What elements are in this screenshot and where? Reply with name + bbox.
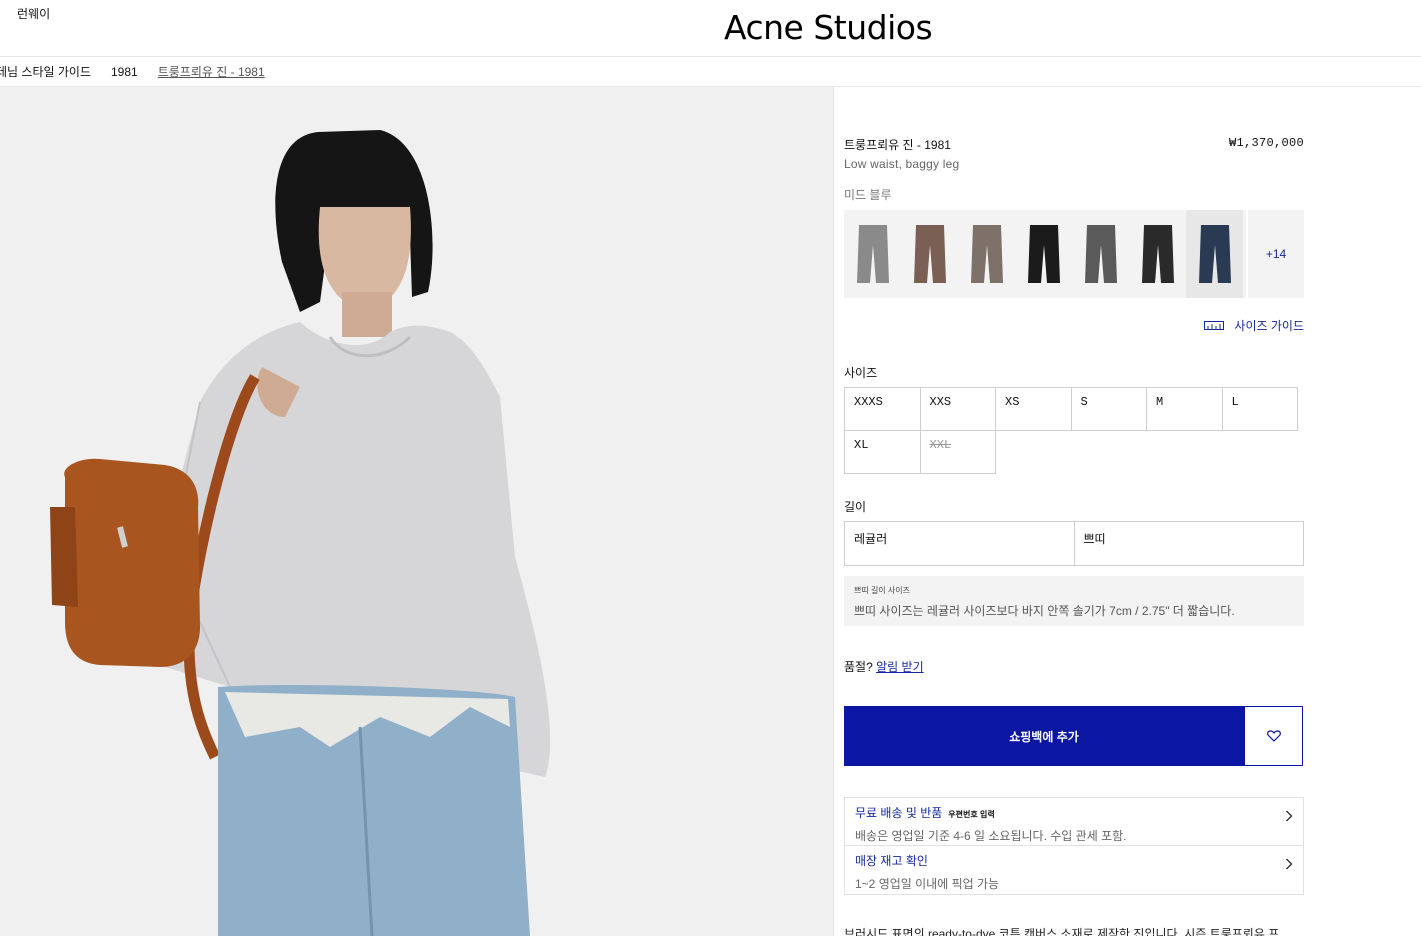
product-details: 트룽프뢰유 진 - 1981 ₩1,370,000 Low waist, bag… bbox=[844, 87, 1304, 936]
shipping-info[interactable]: 무료 배송 및 반품 우편번호 입력 배송은 영업일 기준 4-6 일 소요됩니… bbox=[844, 797, 1304, 846]
breadcrumb-item[interactable]: 데님 스타일 가이드 bbox=[0, 63, 91, 80]
brand-logo[interactable]: Acne Studios bbox=[724, 8, 933, 47]
size-option[interactable]: S bbox=[1070, 387, 1147, 431]
ruler-icon bbox=[1204, 320, 1225, 330]
product-description: 브러시드 표면의 ready-to-dye 코튼 캔버스 소재로 제작한 진입니… bbox=[844, 927, 1280, 936]
color-swatch[interactable] bbox=[844, 210, 901, 298]
petite-note-text: 쁘띠 사이즈는 레귤러 사이즈보다 바지 안쪽 솔기가 7cm / 2.75" … bbox=[854, 604, 1235, 618]
title-row: 트룽프뢰유 진 - 1981 ₩1,370,000 bbox=[844, 136, 1304, 153]
length-option-petite[interactable]: 쁘띠 bbox=[1073, 521, 1304, 566]
petite-note: 쁘띠 길이 사이즈 쁘띠 사이즈는 레귤러 사이즈보다 바지 안쪽 솔기가 7c… bbox=[844, 576, 1304, 626]
color-swatch[interactable] bbox=[958, 210, 1015, 298]
length-label: 길이 bbox=[844, 500, 867, 514]
site-header: 런웨이 Acne Studios bbox=[0, 0, 1421, 57]
length-selector: 레귤러 쁘띠 bbox=[844, 521, 1304, 566]
model-photo bbox=[0, 87, 833, 936]
length-option-regular[interactable]: 레귤러 bbox=[844, 521, 1075, 566]
notify-me-link[interactable]: 알림 받기 bbox=[876, 660, 924, 674]
add-to-bag-button[interactable]: 쇼핑백에 추가 bbox=[844, 706, 1244, 766]
product-price: ₩1,370,000 bbox=[1228, 136, 1304, 150]
color-swatch[interactable] bbox=[1015, 210, 1072, 298]
wishlist-button[interactable] bbox=[1244, 706, 1303, 766]
size-option[interactable]: M bbox=[1146, 387, 1223, 431]
purchase-actions: 쇼핑백에 추가 bbox=[844, 706, 1303, 766]
breadcrumb: 데님 스타일 가이드 1981 트룽프뢰유 진 - 1981 bbox=[0, 57, 1421, 87]
store-stock-info[interactable]: 매장 재고 확인 1~2 영업일 이내에 픽업 가능 bbox=[844, 845, 1304, 895]
chevron-right-icon bbox=[1286, 810, 1293, 822]
jeans-thumbnail bbox=[856, 225, 889, 283]
size-option[interactable]: XL bbox=[844, 430, 921, 474]
size-option[interactable]: XXXS bbox=[844, 387, 921, 431]
heart-icon bbox=[1266, 730, 1281, 742]
size-option-sold-out[interactable]: XXL bbox=[919, 430, 996, 474]
color-name: 미드 블루 bbox=[844, 188, 892, 202]
runway-link[interactable]: 런웨이 bbox=[17, 5, 50, 22]
size-option[interactable]: XXS bbox=[919, 387, 996, 431]
store-stock-text: 1~2 영업일 이내에 픽업 가능 bbox=[855, 877, 1000, 891]
breadcrumb-current[interactable]: 트룽프뢰유 진 - 1981 bbox=[158, 63, 265, 80]
product-title: 트룽프뢰유 진 - 1981 bbox=[844, 138, 951, 152]
more-colors-button[interactable]: +14 bbox=[1246, 210, 1304, 298]
product-subtitle: Low waist, baggy leg bbox=[844, 157, 960, 171]
size-label: 사이즈 bbox=[844, 366, 878, 380]
chevron-right-icon bbox=[1286, 858, 1293, 870]
color-swatches: +14 bbox=[844, 210, 1304, 298]
size-guide-link[interactable]: 사이즈 가이드 bbox=[1204, 317, 1304, 334]
shipping-text: 배송은 영업일 기준 4-6 일 소요됩니다. 수입 관세 포함. bbox=[855, 829, 1127, 843]
breadcrumb-item[interactable]: 1981 bbox=[111, 65, 138, 79]
color-swatch[interactable] bbox=[1129, 210, 1186, 298]
product-image[interactable] bbox=[0, 87, 834, 936]
size-guide-label: 사이즈 가이드 bbox=[1234, 319, 1304, 333]
color-swatch-selected[interactable] bbox=[1186, 210, 1243, 298]
color-swatch[interactable] bbox=[901, 210, 958, 298]
stock-alert: 품절? 알림 받기 bbox=[844, 658, 924, 675]
petite-note-title: 쁘띠 길이 사이즈 bbox=[854, 586, 910, 595]
shipping-title: 무료 배송 및 반품 bbox=[855, 806, 943, 820]
size-selector: XXXS XXS XS S M L XL XXL bbox=[844, 387, 1304, 474]
postcode-link[interactable]: 우편번호 입력 bbox=[948, 809, 994, 820]
size-option[interactable]: XS bbox=[995, 387, 1072, 431]
store-stock-title: 매장 재고 확인 bbox=[855, 854, 928, 868]
color-swatch[interactable] bbox=[1072, 210, 1129, 298]
size-option[interactable]: L bbox=[1221, 387, 1298, 431]
stock-alert-text: 품절? bbox=[844, 660, 873, 674]
